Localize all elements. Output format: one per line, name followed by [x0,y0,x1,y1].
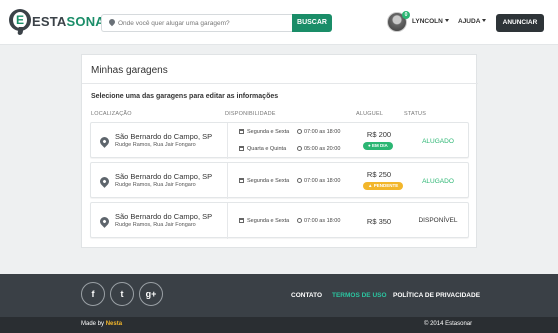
help-label: AJUDA [458,18,481,25]
help-menu[interactable]: AJUDA [458,18,487,25]
page-title: Minhas garagens [91,65,168,76]
footer-link-privacy[interactable]: POLÍTICA DE PRIVACIDADE [393,292,480,299]
schedule-days: Segunda e Sexta [239,218,289,224]
notification-badge[interactable]: 0 [402,11,410,19]
column-header-location: LOCALIZAÇÃO [91,111,132,117]
schedule-days: Segunda e Sexta [239,129,289,135]
column-header-rent: ALUGUEL [356,111,384,117]
garage-city: São Bernardo do Campo, SP [115,132,213,141]
garage-row[interactable]: São Bernardo do Campo, SP Rudge Ramos, R… [90,202,469,239]
payment-status-badge: ● EM DIA [363,142,393,150]
column-header-availability: DISPONIBILIDADE [225,111,276,117]
schedule-hours: 07:00 as 18:00 [297,218,340,224]
garage-street: Rudge Ramos, Rua Jair Fongaro [115,182,196,188]
search-button[interactable]: BUSCAR [292,14,332,32]
garage-city: São Bernardo do Campo, SP [115,212,213,221]
garage-row[interactable]: São Bernardo do Campo, SP Rudge Ramos, R… [90,122,469,159]
location-pin-icon [107,17,117,27]
top-header: E ESTASONAR BUSCAR 0 LYNCOLN AJUDA ANUNC… [0,0,558,45]
divider [227,203,228,239]
made-by-link[interactable]: Nesta [106,321,122,327]
schedule-hours: 07:00 as 18:00 [297,178,340,184]
footer-link-terms[interactable]: TERMOS DE USO [332,292,387,299]
calendar-icon [239,218,244,223]
calendar-icon [239,146,244,151]
calendar-icon [239,129,244,134]
status-label: ALUGADO [422,178,454,185]
location-pin-icon [98,215,111,228]
page-subtitle: Selecione uma das garagens para editar a… [91,93,279,100]
footer: f t g+ CONTATO TERMOS DE USO POLÍTICA DE… [0,274,558,317]
schedule-hours: 05:00 as 20:00 [297,146,340,152]
logo-icon[interactable]: E [9,9,31,31]
facebook-icon[interactable]: f [81,282,105,306]
rent-price: R$ 350 [366,217,392,226]
clock-icon [297,146,302,151]
copyright: © 2014 Estasonar [424,321,473,327]
garages-card: Minhas garagens Selecione uma das garage… [81,54,478,248]
divider [227,163,228,199]
rent-price: R$ 250 [366,170,392,179]
rent-price: R$ 200 [366,130,392,139]
column-header-status: STATUS [404,111,427,117]
location-pin-icon [98,135,111,148]
clock-icon [297,178,302,183]
footer-link-contact[interactable]: CONTATO [291,292,322,299]
bottom-bar: Made by Nesta © 2014 Estasonar [0,317,558,333]
user-menu[interactable]: LYNCOLN [412,18,449,25]
status-label: ALUGADO [422,138,454,145]
garage-city: São Bernardo do Campo, SP [115,172,213,181]
divider [227,123,228,159]
clock-icon [297,218,302,223]
chevron-down-icon [444,19,449,22]
status-label: DISPONÍVEL [418,217,458,224]
calendar-icon [239,178,244,183]
garage-row[interactable]: São Bernardo do Campo, SP Rudge Ramos, R… [90,162,469,199]
garage-street: Rudge Ramos, Rua Jair Fongaro [115,142,196,148]
clock-icon [297,129,302,134]
announce-button[interactable]: ANUNCIAR [496,14,544,32]
google-plus-icon[interactable]: g+ [139,282,163,306]
payment-status-badge: ▲ PENDENTE [363,182,404,190]
search-box [101,14,292,32]
garage-street: Rudge Ramos, Rua Jair Fongaro [115,222,196,228]
search-input[interactable] [118,16,288,30]
chevron-down-icon [482,19,487,22]
made-by: Made by Nesta [81,321,123,327]
schedule-days: Segunda e Sexta [239,178,289,184]
twitter-icon[interactable]: t [110,282,134,306]
logo-letter: E [13,12,27,28]
divider [82,83,478,84]
location-pin-icon [98,175,111,188]
schedule-hours: 07:00 as 18:00 [297,129,340,135]
user-name: LYNCOLN [412,18,443,25]
schedule-days: Quarta e Quinta [239,146,286,152]
